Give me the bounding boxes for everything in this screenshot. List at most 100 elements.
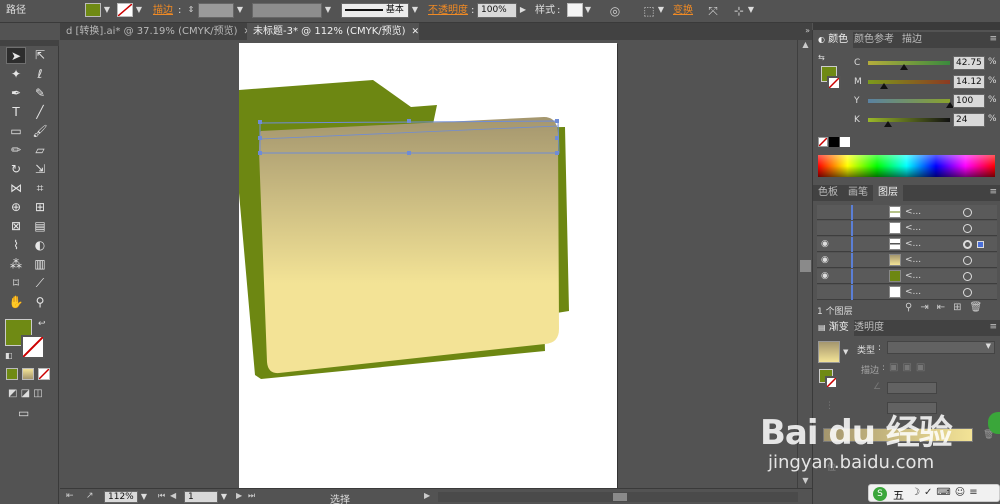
type-tool-icon[interactable]: T xyxy=(6,104,26,121)
none-color-button[interactable] xyxy=(818,137,828,147)
stroke-weight-stepper[interactable]: ⇕ xyxy=(186,3,196,17)
white-color-button[interactable] xyxy=(840,137,850,147)
yellow-field[interactable]: 100 xyxy=(953,94,985,108)
cyan-knob[interactable] xyxy=(900,64,908,70)
cyan-field[interactable]: 42.75 xyxy=(953,56,985,70)
tab-gradient[interactable]: ▤ 渐变 xyxy=(813,320,854,336)
ime-logo-icon[interactable]: S xyxy=(873,487,887,501)
magenta-knob[interactable] xyxy=(880,83,888,89)
layer-row[interactable]: ◉ <... xyxy=(817,269,997,284)
recolor-icon[interactable]: ◎ xyxy=(606,3,624,19)
gradient-tool-icon[interactable]: ▤ xyxy=(30,218,50,235)
tab-swatches[interactable]: 色板 xyxy=(813,185,843,201)
angle-field[interactable] xyxy=(887,382,937,394)
symbol-sprayer-tool-icon[interactable]: ⁂ xyxy=(6,256,26,273)
target-icon[interactable] xyxy=(963,288,972,297)
eye-icon[interactable]: ◉ xyxy=(821,253,833,268)
tab-color[interactable]: ◐ 颜色 xyxy=(813,32,854,48)
selection-tool-icon[interactable]: ➤ xyxy=(6,47,26,64)
width-tool-icon[interactable]: ⋈ xyxy=(6,180,26,197)
layer-row[interactable]: ◉ <... xyxy=(817,237,997,252)
draw-mode-icon[interactable]: ◩ ◪ ◫ xyxy=(8,388,43,399)
scroll-down-icon[interactable]: ▼ xyxy=(798,476,813,486)
variable-width-dropdown[interactable]: ▼ xyxy=(323,3,333,17)
visibility-toggle[interactable] xyxy=(821,221,833,236)
gradient-preview-dropdown[interactable]: ▼ xyxy=(843,348,848,356)
curvature-tool-icon[interactable]: ✎ xyxy=(30,85,50,102)
first-artboard-icon[interactable]: ⏮ xyxy=(158,491,165,501)
opacity-dropdown[interactable]: ▶ xyxy=(518,3,528,17)
visibility-toggle[interactable] xyxy=(821,205,833,220)
scale-tool-icon[interactable]: ⇲ xyxy=(30,161,50,178)
visibility-toggle[interactable] xyxy=(821,285,833,300)
zoom-dropdown[interactable]: ▼ xyxy=(139,491,149,503)
page-dropdown[interactable]: ▼ xyxy=(219,491,229,503)
dock-grip[interactable] xyxy=(813,22,1000,30)
stroke-gradient-options[interactable]: ▣▣▣ xyxy=(889,362,929,373)
screen-mode-icon[interactable]: ▭ xyxy=(18,406,29,420)
free-transform-tool-icon[interactable]: ⌗ xyxy=(30,180,50,197)
layer-row[interactable]: <... xyxy=(817,285,997,300)
eye-icon[interactable]: ◉ xyxy=(821,269,833,284)
gradient-mode-icon[interactable] xyxy=(22,368,34,380)
align-dropdown[interactable]: ▼ xyxy=(656,3,666,17)
page-field[interactable]: 1 xyxy=(184,491,218,503)
black-field[interactable]: 24 xyxy=(953,113,985,127)
prev-artboard-icon[interactable]: ◀ xyxy=(170,491,176,500)
yellow-track[interactable] xyxy=(868,99,950,103)
scroll-up-icon[interactable]: ▲ xyxy=(798,40,813,50)
layer-row[interactable]: <... xyxy=(817,221,997,236)
fill-swatch[interactable] xyxy=(85,3,101,17)
artboard[interactable] xyxy=(239,43,617,488)
layer-row[interactable]: ◉ <... xyxy=(817,253,997,268)
stroke-weight-dropdown[interactable]: ▼ xyxy=(235,3,245,17)
rectangle-tool-icon[interactable]: ▭ xyxy=(6,123,26,140)
column-graph-tool-icon[interactable]: ▥ xyxy=(30,256,50,273)
status-menu-arrow[interactable]: ▶ xyxy=(424,491,430,500)
last-artboard-icon[interactable]: ⏭ xyxy=(248,491,255,501)
ime-tool-icons[interactable]: ☽✓⌨☺≡ xyxy=(911,487,982,498)
rotate-tool-icon[interactable]: ↻ xyxy=(6,161,26,178)
default-colors-icon[interactable]: ◧ xyxy=(5,351,13,360)
opacity-field[interactable]: 100% xyxy=(477,3,517,18)
target-icon[interactable] xyxy=(963,272,972,281)
transform-link[interactable]: 变换 xyxy=(673,3,693,19)
shape-builder-tool-icon[interactable]: ⊕ xyxy=(6,199,26,216)
tab-color-guide[interactable]: 颜色参考 xyxy=(849,32,899,48)
next-artboard-icon[interactable]: ▶ xyxy=(236,491,242,500)
panel-menu-dropdown[interactable]: ▼ xyxy=(746,3,756,17)
canvas-area[interactable] xyxy=(60,40,797,488)
tab-stroke[interactable]: 描边 xyxy=(897,32,927,48)
panel-menu-icon[interactable]: ≡ xyxy=(989,187,997,197)
target-icon[interactable] xyxy=(963,240,972,249)
panel-menu-icon[interactable]: ≡ xyxy=(989,322,997,332)
artboard-tool-icon[interactable]: ⌑ xyxy=(6,275,26,292)
color-mode-icon[interactable] xyxy=(6,368,18,380)
brush-style-field[interactable]: 基本 xyxy=(341,3,409,18)
eye-icon[interactable]: ◉ xyxy=(821,237,833,252)
magenta-field[interactable]: 14.12 xyxy=(953,75,985,89)
target-icon[interactable] xyxy=(963,224,972,233)
cyan-track[interactable] xyxy=(868,61,950,65)
perspective-grid-tool-icon[interactable]: ⊞ xyxy=(30,199,50,216)
tab-transparency[interactable]: 透明度 xyxy=(849,320,889,336)
stroke-color-box[interactable] xyxy=(21,335,45,359)
slice-tool-icon[interactable]: ⟋ xyxy=(30,275,50,292)
variable-width-field[interactable] xyxy=(252,3,322,18)
eraser-tool-icon[interactable]: ▱ xyxy=(30,142,50,159)
lasso-tool-icon[interactable]: ℓ xyxy=(30,66,50,83)
tabs-overflow-icon[interactable]: » xyxy=(805,26,810,35)
hand-tool-icon[interactable]: ✋ xyxy=(6,294,26,311)
horizontal-scrollbar[interactable] xyxy=(438,492,798,502)
tab-layers[interactable]: 图层 xyxy=(873,185,903,201)
ime-mode-label[interactable]: 五 xyxy=(893,487,904,503)
opacity-link[interactable]: 不透明度 xyxy=(428,3,468,19)
direct-selection-tool-icon[interactable]: ⇱ xyxy=(30,47,50,64)
layer-row[interactable]: <... xyxy=(817,205,997,220)
brush-style-dropdown[interactable]: ▼ xyxy=(410,3,420,17)
color-spectrum[interactable] xyxy=(818,155,995,177)
gradient-type-select[interactable]: ▼ xyxy=(887,341,995,354)
export-icon[interactable]: ↗ xyxy=(86,491,94,501)
tab-document-1[interactable]: d [转换].ai* @ 37.19% (CMYK/预览)✕ xyxy=(60,23,251,40)
folder-illustration[interactable] xyxy=(239,43,617,488)
